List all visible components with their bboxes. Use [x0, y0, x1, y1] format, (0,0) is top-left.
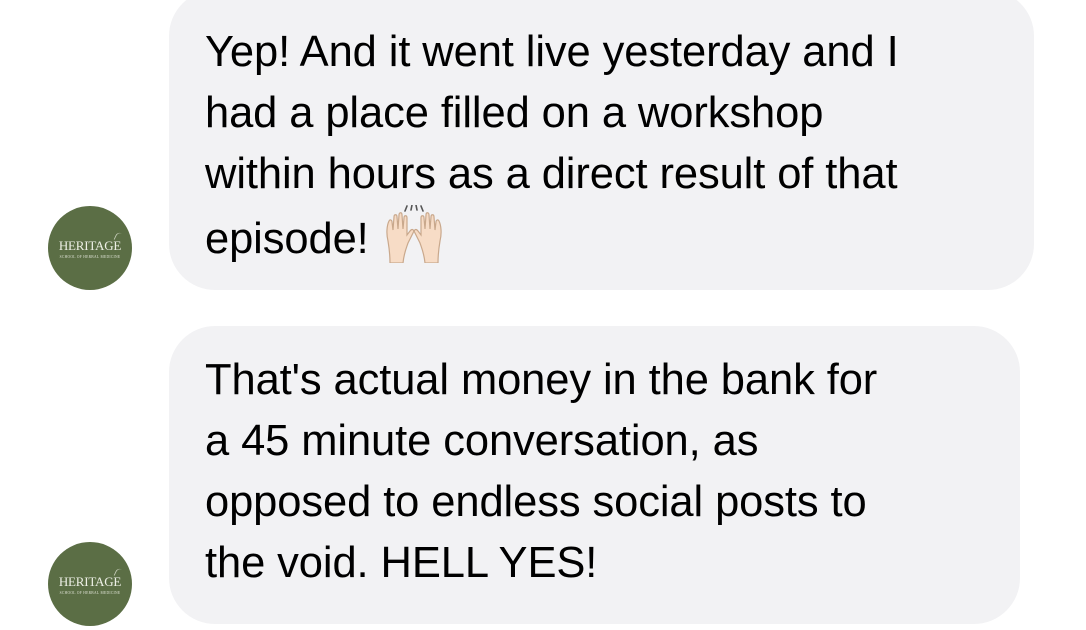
avatar-logo-text: HERITAGE — [58, 573, 122, 589]
avatar[interactable]: HERITAGE SCHOOL OF HERBAL MEDICINE — [48, 206, 132, 290]
avatar-subtitle: SCHOOL OF HERBAL MEDICINE — [59, 590, 121, 595]
avatar-logo-text: HERITAGE — [58, 237, 122, 253]
message-text: That's actual money in the bank for a 45… — [205, 356, 878, 587]
message-text: Yep! And it went live yesterday and I ha… — [205, 28, 899, 263]
message-bubble[interactable]: Yep! And it went live yesterday and I ha… — [169, 0, 1034, 290]
message-row: HERITAGE SCHOOL OF HERBAL MEDICINE That'… — [0, 326, 1086, 626]
raising-hands-emoji-icon — [385, 205, 442, 263]
avatar-subtitle: SCHOOL OF HERBAL MEDICINE — [59, 254, 121, 259]
message-thread: HERITAGE SCHOOL OF HERBAL MEDICINE Yep! … — [0, 0, 1086, 630]
message-bubble[interactable]: That's actual money in the bank for a 45… — [169, 326, 1020, 624]
message-row: HERITAGE SCHOOL OF HERBAL MEDICINE Yep! … — [0, 0, 1086, 290]
avatar[interactable]: HERITAGE SCHOOL OF HERBAL MEDICINE — [48, 542, 132, 626]
